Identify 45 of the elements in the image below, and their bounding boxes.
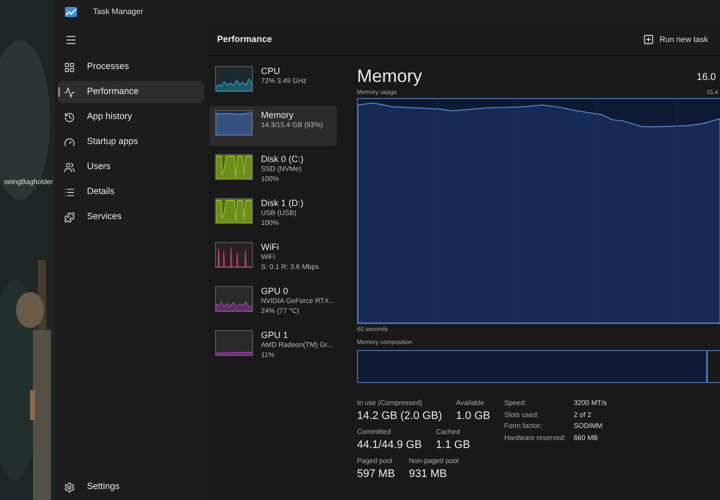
sidebar-item[interactable]: Users <box>58 156 204 178</box>
device-name: CPU <box>261 66 282 77</box>
device-name: Disk 0 (C:) <box>261 154 304 165</box>
sidebar-item[interactable]: Services <box>58 206 204 228</box>
history-icon <box>64 112 75 122</box>
graph-thumbnail <box>215 198 253 224</box>
device-name: Memory <box>261 110 295 121</box>
graph-thumbnail <box>215 66 253 92</box>
new-task-icon <box>642 34 654 45</box>
users-icon <box>64 162 75 172</box>
stat-value: 931 MB <box>408 467 448 482</box>
settings-icon <box>64 482 75 492</box>
stat-value: 44.1/44.9 GB <box>357 438 422 453</box>
sidebar-item[interactable]: Details <box>58 181 204 203</box>
stat-value: 14.2 GB (2.0 GB) <box>357 409 442 424</box>
settings-item[interactable]: Settings <box>58 476 204 498</box>
selection-indicator <box>58 87 60 97</box>
menu-icon[interactable] <box>65 34 77 46</box>
sidebar-item[interactable]: Performance <box>58 81 204 103</box>
device-name: Disk 1 (D:) <box>261 198 304 209</box>
gauge-icon <box>64 136 75 148</box>
puzzle-icon <box>64 212 75 222</box>
total-memory: 16.0 <box>696 71 716 85</box>
page-title: Performance <box>217 32 272 46</box>
list-icon <box>64 186 75 198</box>
sidebar-item[interactable]: Startup apps <box>58 131 204 153</box>
run-new-task-button[interactable]: Run new task <box>642 34 708 46</box>
window-title: Task Manager <box>93 6 144 18</box>
graph-thumbnail <box>215 110 253 136</box>
device-name: WiFi <box>261 242 280 253</box>
grid-icon <box>64 62 75 72</box>
device-name: GPU 1 <box>261 330 290 341</box>
sidebar-item[interactable]: Processes <box>58 56 204 78</box>
detail-title: Memory <box>357 65 422 88</box>
app-icon <box>65 7 77 17</box>
stat-value: 1.0 GB <box>456 409 490 424</box>
device-name: GPU 0 <box>261 286 290 297</box>
activity-icon <box>64 86 75 98</box>
graph-thumbnail <box>215 154 253 180</box>
stat-value: 597 MB <box>357 467 395 482</box>
stat-value: 1.1 GB <box>436 438 470 453</box>
graph-thumbnail <box>215 242 253 268</box>
graph-thumbnail <box>215 330 253 356</box>
sidebar-item[interactable]: App history <box>58 106 204 128</box>
graph-thumbnail <box>215 286 253 312</box>
